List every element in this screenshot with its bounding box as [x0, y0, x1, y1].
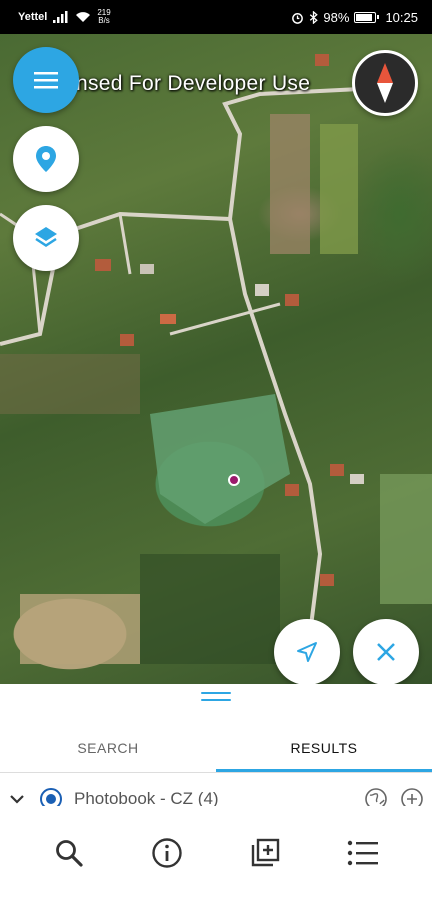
- tab-search[interactable]: SEARCH: [0, 724, 216, 772]
- search-icon: [56, 840, 83, 867]
- my-location-button[interactable]: [13, 126, 79, 192]
- carrier-name: Yettel: [18, 11, 48, 23]
- add-to-list-button[interactable]: [241, 829, 289, 877]
- status-bar: Yettel 219 B/s 98% 10:25: [0, 0, 432, 34]
- menu-button[interactable]: [13, 47, 79, 113]
- poi-marker[interactable]: [228, 474, 240, 486]
- menu-icon: [34, 72, 58, 89]
- info-button[interactable]: [143, 829, 191, 877]
- close-route-button[interactable]: [353, 619, 419, 684]
- list-icon: [347, 840, 378, 866]
- layers-icon: [35, 227, 57, 247]
- layers-button[interactable]: [13, 205, 79, 271]
- info-icon: [152, 838, 182, 868]
- license-watermark: ensed For Developer Use: [64, 72, 310, 96]
- tab-bar: SEARCH RESULTS: [0, 724, 432, 772]
- add-to-list-icon: [251, 838, 280, 867]
- bottom-sheet: SEARCH RESULTS Photobook - CZ (4): [0, 684, 432, 900]
- battery-percent: 98%: [323, 9, 350, 25]
- network-speed: 219 B/s: [97, 9, 110, 25]
- location-pin-icon: [36, 146, 56, 172]
- bottom-toolbar: [0, 806, 432, 900]
- navigate-button[interactable]: [274, 619, 340, 684]
- tab-results[interactable]: RESULTS: [216, 724, 432, 772]
- tab-search-label: SEARCH: [77, 740, 139, 756]
- map-view[interactable]: ensed For Developer Use: [0, 34, 432, 684]
- battery-icon: [354, 11, 380, 23]
- watermark-text: ensed For Developer Use: [64, 72, 311, 95]
- close-icon: [377, 643, 395, 661]
- speed-unit: B/s: [98, 16, 110, 25]
- divider: [0, 772, 432, 773]
- compass-button[interactable]: [352, 50, 418, 116]
- tab-results-label: RESULTS: [290, 740, 358, 756]
- drag-handle[interactable]: [201, 692, 231, 706]
- navigate-arrow-icon: [297, 642, 317, 662]
- signal-icon: [53, 11, 68, 23]
- alarm-icon: [292, 12, 304, 24]
- list-button[interactable]: [339, 829, 387, 877]
- clock: 10:25: [385, 9, 418, 25]
- search-button[interactable]: [45, 829, 93, 877]
- compass-icon: [377, 63, 393, 103]
- wifi-icon: [76, 12, 91, 22]
- bluetooth-icon: [310, 10, 319, 24]
